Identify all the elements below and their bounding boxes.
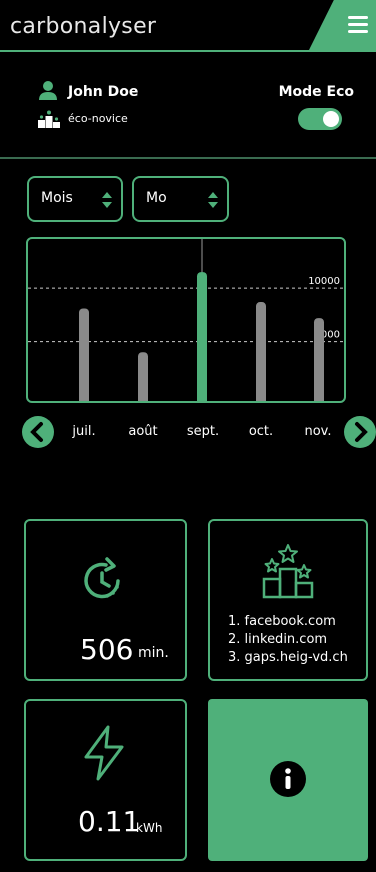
user-name: John Doe <box>68 84 139 100</box>
timer-icon <box>84 557 120 599</box>
period-select[interactable]: Mois <box>27 176 123 222</box>
usage-chart: 10000 5000 <box>26 237 346 403</box>
chevron-right-icon <box>355 422 368 442</box>
info-icon <box>270 761 306 797</box>
chart-bar[interactable] <box>79 308 89 401</box>
eco-mode-toggle[interactable] <box>298 108 342 130</box>
month-label: sept. <box>186 424 220 439</box>
unit-select[interactable]: Mo <box>132 176 229 222</box>
month-label: nov. <box>304 424 332 439</box>
app-brand: carbonalyser <box>10 14 157 39</box>
chart-bar[interactable] <box>256 302 266 401</box>
usage-chart-svg: 100005000 <box>28 239 344 401</box>
sort-arrows-icon <box>102 192 112 208</box>
podium-icon <box>38 110 60 128</box>
reference-line-label: 10000 <box>308 276 340 287</box>
sort-arrows-icon <box>208 192 218 208</box>
next-month-button[interactable] <box>344 416 376 448</box>
energy-card: 0.11 kWh <box>24 699 187 861</box>
top-sites-card: 1. facebook.com 2. linkedin.com 3. gaps.… <box>208 519 368 681</box>
user-icon <box>39 81 57 100</box>
chevron-left-icon <box>30 422 43 442</box>
chart-bar[interactable] <box>138 352 148 401</box>
time-unit: min. <box>138 645 169 661</box>
previous-month-button[interactable] <box>22 416 54 448</box>
time-card: 506 min. <box>24 519 187 681</box>
energy-value: 0.11 <box>78 805 141 838</box>
eco-mode-label: Mode Eco <box>278 84 354 100</box>
chart-bar[interactable] <box>314 318 324 401</box>
user-rank: éco-novice <box>68 112 128 125</box>
toggle-knob <box>323 111 339 127</box>
app-header: carbonalyser <box>0 0 376 56</box>
podium-stars-icon <box>262 544 314 599</box>
top-sites-list: 1. facebook.com 2. linkedin.com 3. gaps.… <box>228 613 348 667</box>
top-site-item: 1. facebook.com <box>228 614 336 629</box>
hamburger-icon <box>348 16 368 34</box>
profile-divider <box>0 157 376 159</box>
unit-select-value: Mo <box>146 190 167 206</box>
top-site-item: 3. gaps.heig-vd.ch <box>228 650 348 665</box>
month-label: août <box>128 424 158 439</box>
period-select-value: Mois <box>41 190 73 206</box>
top-site-item: 2. linkedin.com <box>228 632 328 647</box>
energy-unit: kWh <box>136 821 163 835</box>
profile-section: John Doe éco-novice Mode Eco <box>0 52 376 158</box>
month-label: juil. <box>72 424 96 439</box>
chart-bar[interactable] <box>197 272 207 401</box>
info-button[interactable] <box>208 699 368 861</box>
menu-button[interactable] <box>308 0 376 52</box>
time-value: 506 <box>80 633 134 666</box>
month-label: oct. <box>248 424 274 439</box>
lightning-icon <box>84 725 124 781</box>
